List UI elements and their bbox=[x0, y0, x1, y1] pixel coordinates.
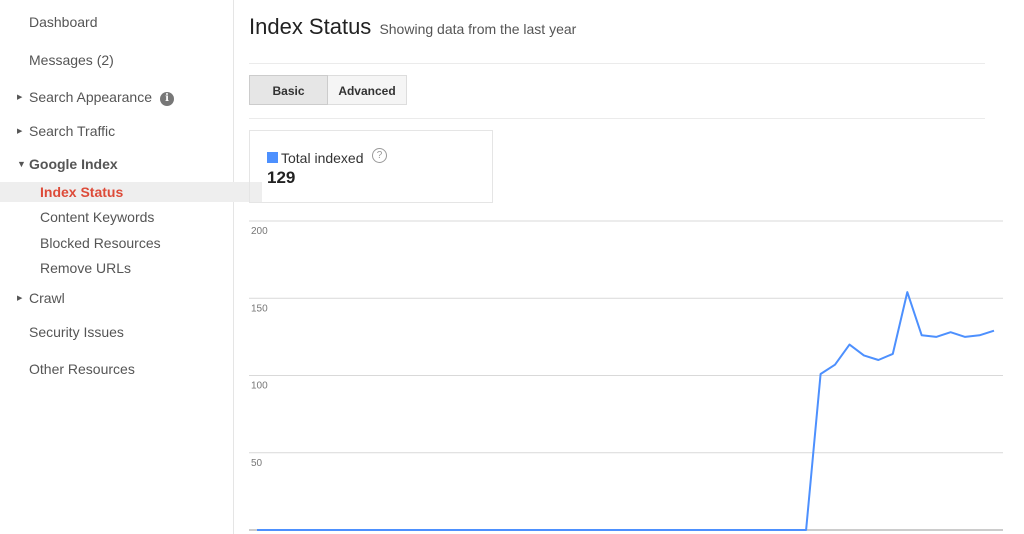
index-status-chart: 200 150 100 50 bbox=[249, 220, 1003, 531]
series-line-total-indexed[interactable] bbox=[257, 291, 995, 531]
y-tick-label: 50 bbox=[251, 458, 263, 469]
y-tick-label: 150 bbox=[251, 303, 268, 314]
y-tick-label: 200 bbox=[251, 226, 268, 237]
y-tick-label: 100 bbox=[251, 381, 268, 392]
